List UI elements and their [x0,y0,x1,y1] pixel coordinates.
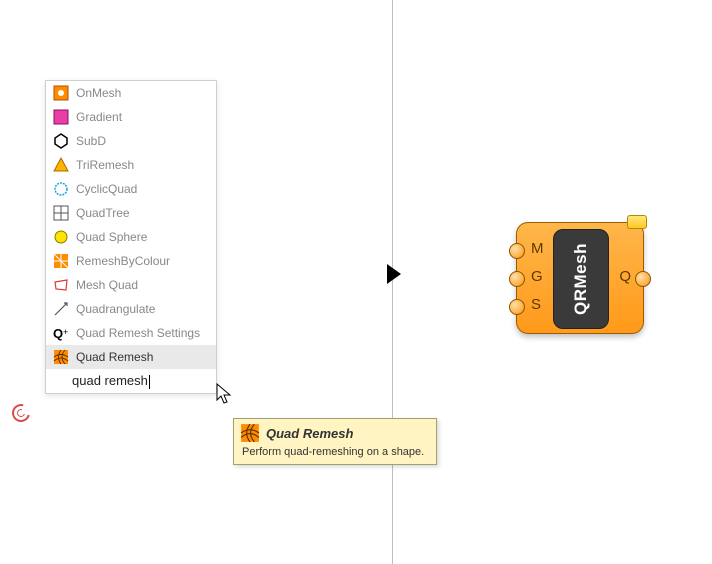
port-label-m: M [531,240,544,257]
onmesh-icon [52,84,70,102]
search-input[interactable]: quad remesh [52,373,150,389]
tooltip: Quad Remesh Perform quad-remeshing on a … [233,418,437,465]
menu-item-label: CyclicQuad [76,183,137,195]
triremesh-icon [52,156,70,174]
svg-text:+: + [63,327,68,337]
quadrangulate-icon [52,300,70,318]
port-label-s: S [531,296,541,313]
text-caret [149,375,150,389]
remeshbycolour-icon [52,252,70,270]
menu-item-label: QuadTree [76,207,130,219]
divider-arrow-icon [387,264,401,284]
port-label-q: Q [619,268,631,285]
menu-item-label: Gradient [76,111,122,123]
output-port-q[interactable] [635,271,651,287]
menu-item-label: OnMesh [76,87,121,99]
menu-item-label: Quad Sphere [76,231,147,243]
menu-item-label: Quadrangulate [76,303,155,315]
menu-item-meshquad[interactable]: Mesh Quad [46,273,216,297]
menu-item-quadsphere[interactable]: Quad Sphere [46,225,216,249]
menu-item-quadremesh-settings[interactable]: Q+ Quad Remesh Settings [46,321,216,345]
search-menu: OnMesh Gradient SubD TriRemesh CyclicQua… [45,80,217,394]
search-value: quad remesh [72,373,148,388]
quadremesh-settings-icon: Q+ [52,324,70,342]
menu-item-label: Quad Remesh Settings [76,327,200,339]
input-port-m[interactable] [509,243,525,259]
gradient-icon [52,108,70,126]
node-grip-icon[interactable] [627,215,647,229]
quadsphere-icon [52,228,70,246]
search-box[interactable]: quad remesh [46,369,216,393]
menu-item-triremesh[interactable]: TriRemesh [46,153,216,177]
meshquad-icon [52,276,70,294]
menu-item-quadrangulate[interactable]: Quadrangulate [46,297,216,321]
menu-item-label: TriRemesh [76,159,134,171]
quadtree-icon [52,204,70,222]
menu-item-remeshbycolour[interactable]: RemeshByColour [46,249,216,273]
menu-item-label: RemeshByColour [76,255,170,267]
menu-item-label: SubD [76,135,106,147]
tooltip-body: Perform quad-remeshing on a shape. [240,446,430,458]
input-port-g[interactable] [509,271,525,287]
subd-icon [52,132,70,150]
menu-item-label: Quad Remesh [76,351,153,363]
svg-text:Q: Q [53,326,63,341]
qrmesh-node[interactable]: M G S Q QRMesh [516,222,644,334]
quadremesh-icon [240,423,260,443]
menu-item-subd[interactable]: SubD [46,129,216,153]
menu-item-label: Mesh Quad [76,279,138,291]
port-label-g: G [531,268,543,285]
menu-item-quadremesh[interactable]: Quad Remesh [46,345,216,369]
menu-item-onmesh[interactable]: OnMesh [46,81,216,105]
tooltip-header: Quad Remesh [240,423,430,443]
tooltip-title: Quad Remesh [266,426,353,441]
node-center-label: QRMesh [571,243,591,315]
cyclicquad-icon [52,180,70,198]
cursor-icon [216,383,234,408]
target-icon [9,401,34,426]
menu-item-cyclicquad[interactable]: CyclicQuad [46,177,216,201]
menu-item-gradient[interactable]: Gradient [46,105,216,129]
menu-item-quadtree[interactable]: QuadTree [46,201,216,225]
quadremesh-icon [52,348,70,366]
input-port-s[interactable] [509,299,525,315]
node-center: QRMesh [553,229,609,329]
